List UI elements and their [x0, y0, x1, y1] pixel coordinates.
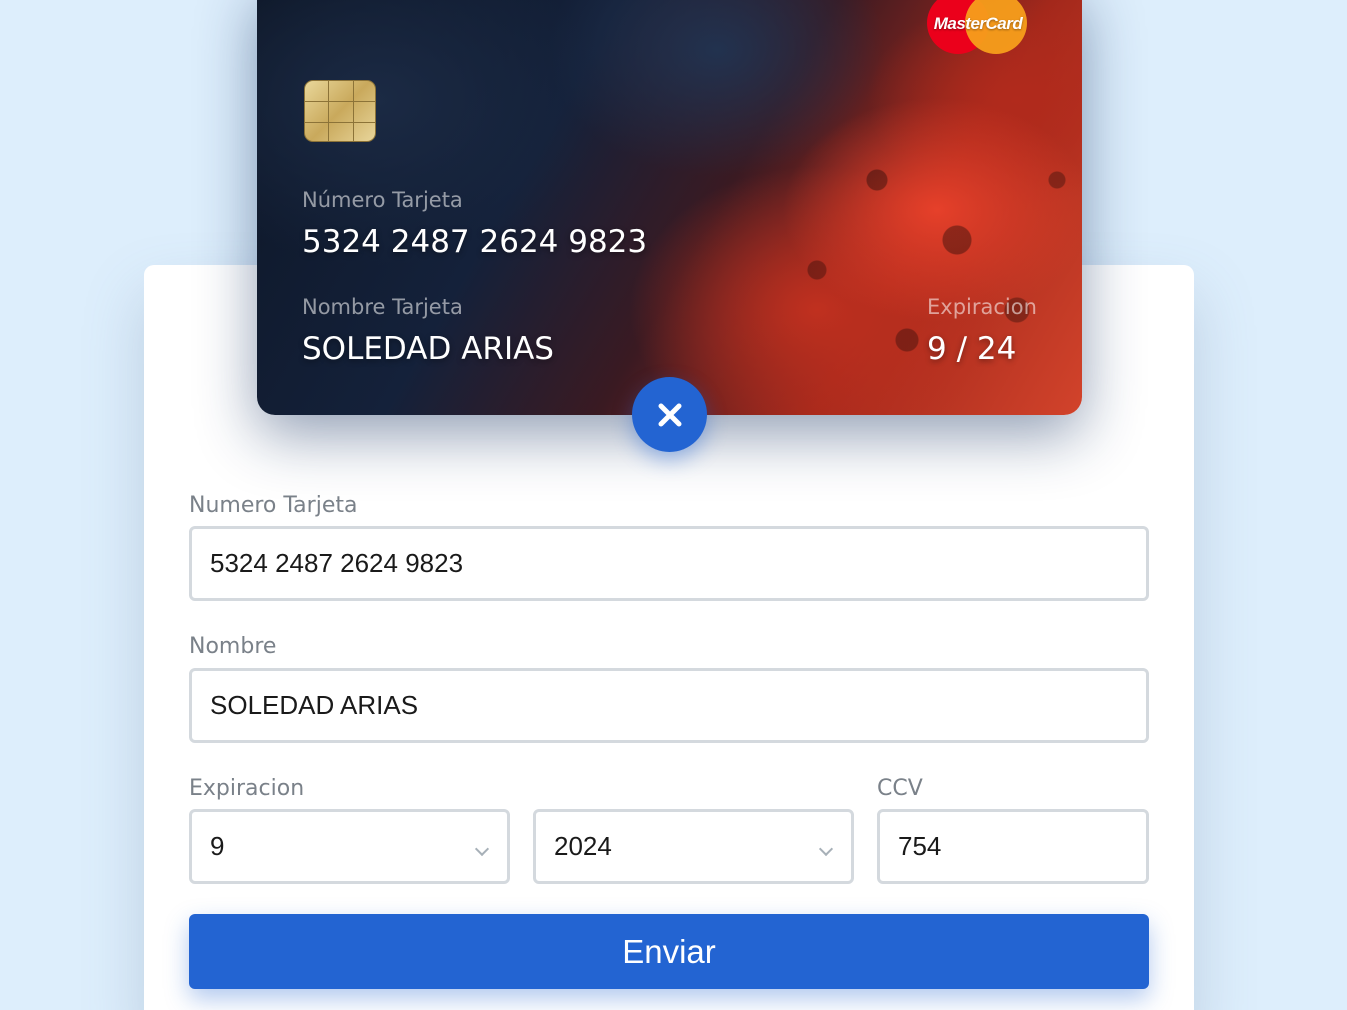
card-number-label: Número Tarjeta: [302, 188, 463, 212]
page: MasterCard Número Tarjeta 5324 2487 2624…: [0, 0, 1347, 1010]
month-select-value: 9: [210, 831, 225, 861]
close-button[interactable]: [632, 377, 707, 452]
ccv-input[interactable]: [877, 809, 1149, 884]
card-expiry-label: Expiracion: [927, 295, 1037, 319]
chip-icon: [304, 80, 376, 142]
expiry-field-label: Expiracion: [189, 776, 305, 801]
card-holder-name: SOLEDAD ARIAS: [302, 331, 554, 367]
name-input-text[interactable]: [210, 690, 1146, 721]
card-brand: MasterCard: [933, 14, 1023, 33]
mastercard-logo: MasterCard: [927, 0, 1027, 54]
card-number-field-label: Numero Tarjeta: [189, 493, 358, 518]
card-expiry: 9 / 24: [927, 331, 1017, 367]
card-number-input-text[interactable]: [210, 548, 1146, 579]
credit-card: MasterCard Número Tarjeta 5324 2487 2624…: [257, 0, 1082, 415]
name-field-label: Nombre: [189, 634, 277, 659]
card-name-label: Nombre Tarjeta: [302, 295, 463, 319]
name-input[interactable]: [189, 668, 1149, 743]
card-number-input[interactable]: [189, 526, 1149, 601]
card-number: 5324 2487 2624 9823: [302, 224, 648, 260]
submit-button[interactable]: Enviar: [189, 914, 1149, 989]
ccv-input-text[interactable]: [898, 831, 1146, 862]
month-select[interactable]: 9: [189, 809, 510, 884]
ccv-field-label: CCV: [877, 776, 923, 801]
year-select[interactable]: 2024: [533, 809, 854, 884]
close-icon: [658, 403, 681, 426]
year-select-value: 2024: [554, 831, 612, 861]
